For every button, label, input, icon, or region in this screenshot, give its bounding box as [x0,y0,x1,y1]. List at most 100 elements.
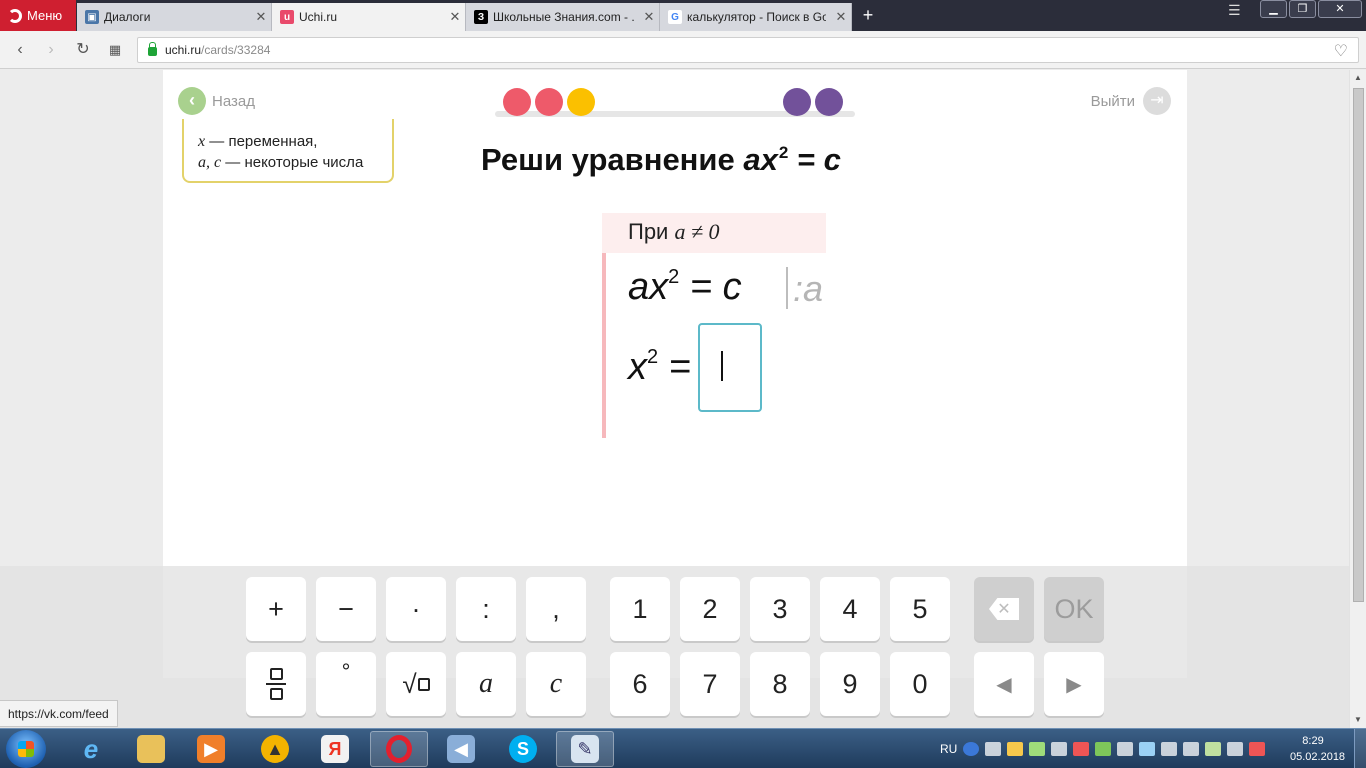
opera-menu-button[interactable]: Меню [0,0,76,31]
tray-flag-icon[interactable] [1249,742,1266,756]
eq1-exponent: 2 [668,266,680,288]
close-icon[interactable]: ✕ [639,9,659,25]
key-9[interactable]: 9 [820,652,880,716]
key-2[interactable]: 2 [680,577,740,641]
condition-header: При a ≠ 0 [602,213,826,253]
window-controls: ▁ ❐ ✕ [1260,0,1362,18]
language-indicator[interactable]: RU [940,742,957,756]
math-keyboard: + − · : , 1 2 3 4 5 ✕ OK ° √ a c 6 7 8 9… [0,566,1366,728]
taskbar-aimp[interactable]: ▲ [246,731,304,767]
taskbar-sound[interactable]: ◀ [432,731,490,767]
ok-button[interactable]: OK [1044,577,1104,641]
yandex-icon: Я [321,735,349,763]
scroll-down-icon[interactable]: ▼ [1350,712,1366,728]
tab-title: Школьные Знания.com - ... [493,10,634,24]
back-arrow-icon[interactable]: ‹ [10,40,30,60]
start-button[interactable] [6,730,46,768]
page-scrollbar[interactable]: ▲ ▼ [1349,70,1366,728]
new-tab-button[interactable]: + [857,4,879,26]
text-caret [721,351,723,381]
key-minus[interactable]: − [316,577,376,641]
tray-device-icon[interactable] [1117,742,1134,756]
close-icon[interactable]: ✕ [831,9,851,25]
taskbar-opera[interactable] [370,731,428,767]
show-desktop-button[interactable] [1354,729,1366,768]
taskbar-explorer[interactable] [122,731,180,767]
maximize-button[interactable]: ❐ [1289,0,1316,18]
speed-dial-icon[interactable]: ▦ [105,40,125,60]
status-link-url: https://vk.com/feed [0,700,118,727]
key-degree[interactable]: ° [316,652,376,716]
key-sqrt[interactable]: √ [386,652,446,716]
url-field[interactable]: uchi.ru/cards/33284 ♡ [137,37,1359,63]
tab-menu-icon[interactable]: ☰ [1228,2,1241,19]
taskbar-skype[interactable]: S [494,731,552,767]
cursor-right-button[interactable]: ▶ [1044,652,1104,716]
key-8[interactable]: 8 [750,652,810,716]
tray-sound-icon[interactable] [1073,742,1090,756]
taskbar-clock[interactable]: 8:29 05.02.2018 [1290,733,1345,765]
key-multiply[interactable]: · [386,577,446,641]
progress-dot [783,88,811,116]
tray-app-icon[interactable] [1029,742,1046,756]
tab-google[interactable]: G калькулятор - Поиск в Go ✕ [660,3,852,31]
key-c[interactable]: c [526,652,586,716]
windows-taskbar: e ▶ ▲ Я ◀ S ✎ RU 8:29 05.02.2018 [0,728,1366,768]
key-0[interactable]: 0 [890,652,950,716]
media-player-icon: ▶ [197,735,225,763]
backspace-button[interactable]: ✕ [974,577,1034,641]
forward-arrow-icon[interactable]: › [41,40,61,60]
close-icon[interactable]: ✕ [251,9,271,25]
taskbar-paint[interactable]: ✎ [556,731,614,767]
hint-box: x — переменная, a, c — некоторые числа [182,119,394,183]
key-5[interactable]: 5 [890,577,950,641]
key-6[interactable]: 6 [610,652,670,716]
tray-arrow-icon[interactable] [985,742,1002,756]
key-4[interactable]: 4 [820,577,880,641]
close-icon[interactable]: ✕ [445,9,465,25]
key-7[interactable]: 7 [680,652,740,716]
key-1[interactable]: 1 [610,577,670,641]
eq2-rhs: = [658,346,691,388]
tab-uchi[interactable]: u Uchi.ru ✕ [272,3,466,31]
progress-dot [815,88,843,116]
tray-star-icon[interactable] [1007,742,1024,756]
eq1-rhs: = c [679,266,742,308]
progress-dot [567,88,595,116]
taskbar-yandex[interactable]: Я [306,731,364,767]
help-icon[interactable] [963,742,980,756]
condition-bar [602,253,606,438]
tray-monitor-icon[interactable] [1051,742,1068,756]
key-a[interactable]: a [456,652,516,716]
page-content: ‹ Назад Выйти ⇥ x — переменная, a, c — н… [0,70,1366,728]
tab-znanija[interactable]: З Школьные Знания.com - ... ✕ [466,3,660,31]
key-divide[interactable]: : [456,577,516,641]
tab-title: Uchi.ru [299,10,338,24]
google-icon: G [668,10,682,24]
answer-input[interactable] [698,323,762,412]
minimize-button[interactable]: ▁ [1260,0,1287,18]
key-comma[interactable]: , [526,577,586,641]
vk-icon: ▣ [85,10,99,24]
tray-volume-icon[interactable] [1161,742,1178,756]
close-window-button[interactable]: ✕ [1318,0,1362,18]
key-plus[interactable]: + [246,577,306,641]
tray-security-icon[interactable] [1227,742,1244,756]
scrollbar-thumb[interactable] [1353,88,1364,602]
taskbar-media[interactable]: ▶ [182,731,240,767]
cursor-left-button[interactable]: ◀ [974,652,1034,716]
key-fraction[interactable] [246,652,306,716]
bookmark-heart-icon[interactable]: ♡ [1334,41,1348,61]
key-3[interactable]: 3 [750,577,810,641]
tab-dialogs[interactable]: ▣ Диалоги ✕ [77,3,272,31]
scroll-up-icon[interactable]: ▲ [1350,70,1366,86]
tray-leaf-icon[interactable] [1095,742,1112,756]
taskbar-ie[interactable]: e [62,731,120,767]
tray-signal-icon[interactable] [1183,742,1200,756]
tray-tools-icon[interactable] [1205,742,1222,756]
reload-icon[interactable]: ↻ [73,40,93,60]
eq2-lhs: x [628,346,647,388]
exit-button[interactable]: Выйти ⇥ [1091,87,1171,115]
tray-network-icon[interactable] [1139,742,1156,756]
back-button[interactable]: ‹ Назад [178,87,255,115]
